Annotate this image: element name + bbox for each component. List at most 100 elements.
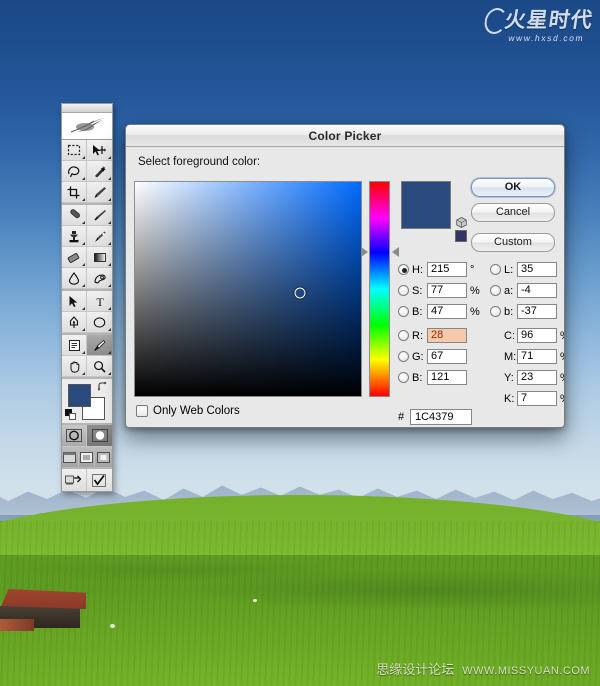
field-row-red[interactable]: R: 28 [398,325,484,346]
only-web-colors-row[interactable]: Only Web Colors [136,405,240,417]
standard-screen-mode-button[interactable] [62,447,79,467]
field-row-cyan[interactable]: C: 96 % [490,325,564,346]
dialog-prompt-label: Select foreground color: [138,156,261,168]
hex-field-row[interactable]: # 1C4379 [398,409,472,425]
history-brush-tool[interactable] [87,226,112,247]
input-black[interactable]: 7 [517,391,557,406]
type-tool[interactable]: T [87,291,112,312]
radio-green[interactable] [398,351,409,362]
toolbar-group-retouch[interactable] [62,205,112,291]
radio-lightness[interactable] [490,264,501,275]
toolbar-drag-handle[interactable] [62,104,112,113]
custom-button[interactable]: Custom [471,233,555,252]
field-row-hue[interactable]: H: 215 ° [398,259,484,280]
web-safe-color-swatch[interactable] [455,230,467,242]
radio-a-axis[interactable] [490,285,501,296]
move-tool[interactable] [87,140,112,161]
default-colors-icon[interactable] [65,409,76,420]
input-lightness[interactable]: 35 [517,262,557,277]
radio-blue[interactable] [398,372,409,383]
toolbar-group-selection[interactable] [62,140,112,205]
field-row-green[interactable]: G: 67 [398,346,484,367]
fullscreen-menubar-mode-button[interactable] [78,447,96,467]
radio-brightness[interactable] [398,306,409,317]
input-brightness[interactable]: 47 [427,304,467,319]
notes-tool[interactable] [62,335,87,356]
hue-slider[interactable] [369,181,390,397]
eyedropper-tool[interactable] [87,335,112,356]
quickmask-mode-button[interactable] [87,425,112,447]
radio-saturation[interactable] [398,285,409,296]
input-hue[interactable]: 215 [427,262,467,277]
input-saturation[interactable]: 77 [427,283,467,298]
input-blue[interactable]: 121 [427,370,467,385]
toolbar-quickmask-modes[interactable] [62,425,112,447]
tool-options-corner-icon [108,177,111,180]
input-b-axis[interactable]: -37 [517,304,557,319]
marquee-tool[interactable] [62,140,87,161]
toolbar-color-swatches[interactable] [62,379,112,425]
ok-button[interactable]: OK [471,178,555,197]
radio-red[interactable] [398,330,409,341]
only-web-colors-checkbox[interactable] [136,405,148,417]
label-hue: H: [412,263,423,276]
color-picker-dialog[interactable]: Color Picker Select foreground color: OK… [125,124,565,428]
toolbar-jump-row[interactable] [62,467,112,491]
input-yellow[interactable]: 23 [517,370,557,385]
toolbar-group-vector[interactable]: T [62,291,112,335]
input-a-axis[interactable]: -4 [517,283,557,298]
path-selection-tool[interactable] [62,291,87,312]
shape-tool[interactable] [87,312,112,333]
brush-tool[interactable] [87,205,112,226]
clone-stamp-tool[interactable] [62,226,87,247]
field-row-blue[interactable]: B: 121 [398,367,484,388]
field-row-lightness[interactable]: L: 35 [490,259,564,280]
field-row-b-axis[interactable]: b: -37 [490,301,564,322]
color-preview-swatch [401,181,451,229]
field-row-magenta[interactable]: M: 71 % [490,346,564,367]
hand-tool[interactable] [62,356,87,377]
input-magenta[interactable]: 71 [517,349,557,364]
field-row-yellow[interactable]: Y: 23 % [490,367,564,388]
web-safe-cube-icon[interactable] [456,217,467,228]
toolbar-group-navigation[interactable] [62,335,112,379]
slice-tool[interactable] [87,182,112,203]
hue-slider-right-arrow[interactable] [392,247,399,258]
input-green[interactable]: 67 [427,349,467,364]
tool-options-corner-icon [82,242,85,245]
saturation-brightness-field[interactable] [134,181,362,397]
field-row-black[interactable]: K: 7 % [490,388,564,409]
pen-tool[interactable] [62,312,87,333]
jump-to-imageready-button[interactable] [62,469,87,491]
foreground-color-swatch[interactable] [68,384,91,407]
radio-b-axis[interactable] [490,306,501,317]
blur-tool[interactable] [62,268,87,289]
sheep [253,599,257,602]
magic-wand-tool[interactable] [87,161,112,182]
label-blue: B: [412,371,423,384]
field-row-a-axis[interactable]: a: -4 [490,280,564,301]
dialog-titlebar[interactable]: Color Picker [126,125,564,147]
cancel-button[interactable]: Cancel [471,203,555,222]
crop-tool[interactable] [62,182,87,203]
lasso-tool[interactable] [62,161,87,182]
input-cyan[interactable]: 96 [517,328,557,343]
eraser-tool[interactable] [62,247,87,268]
color-field-marker[interactable] [294,287,306,299]
fullscreen-mode-button[interactable] [95,447,112,467]
imageready-check-button[interactable] [87,469,112,491]
field-row-brightness[interactable]: B: 47 % [398,301,484,322]
swap-colors-icon[interactable] [97,381,108,392]
gradient-tool[interactable] [87,247,112,268]
healing-brush-tool[interactable] [62,205,87,226]
standard-mode-button[interactable] [62,425,87,447]
dodge-tool[interactable] [87,268,112,289]
input-hex[interactable]: 1C4379 [410,409,472,425]
hue-slider-left-arrow[interactable] [361,247,368,258]
radio-hue[interactable] [398,264,409,275]
field-row-saturation[interactable]: S: 77 % [398,280,484,301]
toolbar-screen-modes[interactable] [62,447,112,467]
photoshop-toolbar[interactable]: T [61,103,113,492]
input-red[interactable]: 28 [427,328,467,343]
zoom-tool[interactable] [87,356,112,377]
